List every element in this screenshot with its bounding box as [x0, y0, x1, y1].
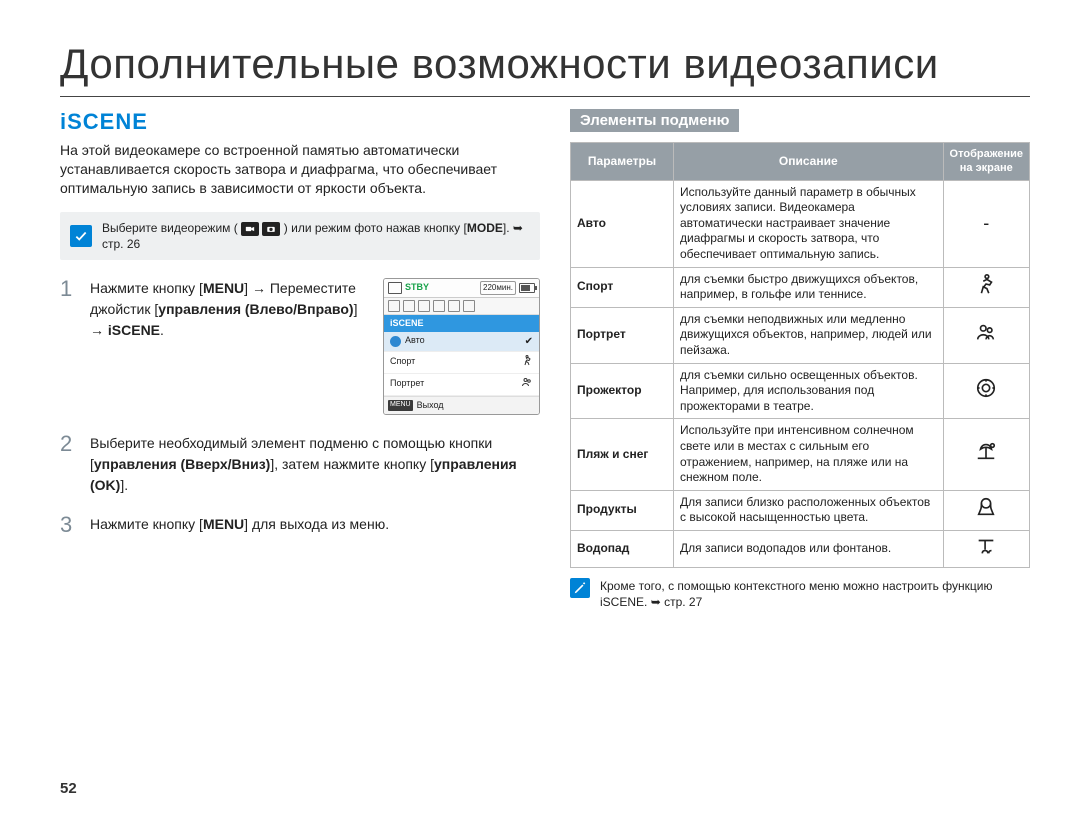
mode-icons — [241, 222, 259, 236]
menu-badge: MENU — [388, 400, 413, 411]
osd-status-icons — [384, 298, 539, 315]
table-row: Водопад Для записи водопадов или фонтано… — [571, 530, 1030, 567]
exit-label: Выход — [417, 399, 444, 413]
food-icon — [943, 490, 1029, 530]
left-column: iSCENE На этой видеокамере со встроенной… — [60, 109, 540, 611]
photo-icon — [262, 222, 280, 236]
table-row: Продукты Для записи близко расположенных… — [571, 490, 1030, 530]
table-row: Прожектор для съемки сильно освещенных о… — [571, 363, 1030, 419]
step-3-text: Нажмите кнопку [MENU] для выхода из меню… — [90, 514, 540, 536]
waterfall-icon — [943, 530, 1029, 567]
section-title: iSCENE — [60, 109, 540, 135]
remaining-time: 220мин. — [480, 281, 516, 295]
pencil-icon — [570, 578, 590, 598]
page-title: Дополнительные возможности видеозаписи — [60, 40, 1030, 88]
step-2: 2 Выберите необходимый элемент подменю с… — [60, 433, 540, 496]
manual-page: Дополнительные возможности видеозаписи i… — [0, 0, 1080, 825]
table-row: Спорт для съемки быстро движущихся объек… — [571, 267, 1030, 307]
col-display: Отображение на экране — [943, 143, 1029, 181]
submenu-table: Параметры Описание Отображение на экране… — [570, 142, 1030, 568]
table-row: Портрет для съемки неподвижных или медле… — [571, 307, 1030, 363]
battery-icon — [519, 283, 535, 293]
step-1: 1 Нажмите кнопку [MENU] → Переместите дж… — [60, 278, 540, 415]
step-1-text: Нажмите кнопку [MENU] → Переместите джой… — [90, 278, 369, 341]
osd-item-portrait: Портрет — [384, 374, 539, 396]
page-number: 52 — [60, 780, 77, 797]
stby-label: STBY — [405, 281, 429, 295]
table-row: Пляж и снег Используйте при интенсивном … — [571, 419, 1030, 490]
spotlight-icon — [943, 363, 1029, 419]
card-icon — [388, 282, 402, 294]
col-desc: Описание — [674, 143, 944, 181]
osd-item-sport: Спорт — [384, 352, 539, 374]
auto-icon: - — [943, 180, 1029, 267]
title-divider — [60, 96, 1030, 97]
col-param: Параметры — [571, 143, 674, 181]
beach-icon — [943, 419, 1029, 490]
osd-category: iSCENE — [384, 315, 539, 332]
note-box: Выберите видеорежим ( ) или режим фото н… — [60, 212, 540, 260]
sport-glyph — [521, 354, 533, 371]
step-2-text: Выберите необходимый элемент подменю с п… — [90, 433, 540, 496]
footnote: Кроме того, с помощью контекстного меню … — [570, 578, 1030, 610]
step-3: 3 Нажмите кнопку [MENU] для выхода из ме… — [60, 514, 540, 536]
right-column: Элементы подменю Параметры Описание Отоб… — [570, 109, 1030, 611]
video-icon — [241, 222, 259, 236]
steps-list: 1 Нажмите кнопку [MENU] → Переместите дж… — [60, 278, 540, 536]
note-text: Выберите видеорежим ( ) или режим фото н… — [102, 220, 530, 252]
two-column-layout: iSCENE На этой видеокамере со встроенной… — [60, 109, 1030, 611]
check-icon — [70, 225, 92, 247]
table-row: Авто Используйте данный параметр в обычн… — [571, 180, 1030, 267]
mode-icons2 — [262, 222, 280, 236]
sport-icon — [943, 267, 1029, 307]
osd-figure: STBY 220мин. — [383, 278, 540, 415]
submenu-header: Элементы подменю — [570, 109, 739, 132]
portrait-icon — [943, 307, 1029, 363]
osd-item-auto: Авто ✔ — [384, 332, 539, 352]
osd-footer: MENU Выход — [384, 396, 539, 415]
portrait-glyph — [521, 376, 533, 393]
radio-selected-icon — [390, 336, 401, 347]
intro-paragraph: На этой видеокамере со встроенной память… — [60, 141, 540, 198]
check-glyph: ✔ — [525, 334, 533, 349]
